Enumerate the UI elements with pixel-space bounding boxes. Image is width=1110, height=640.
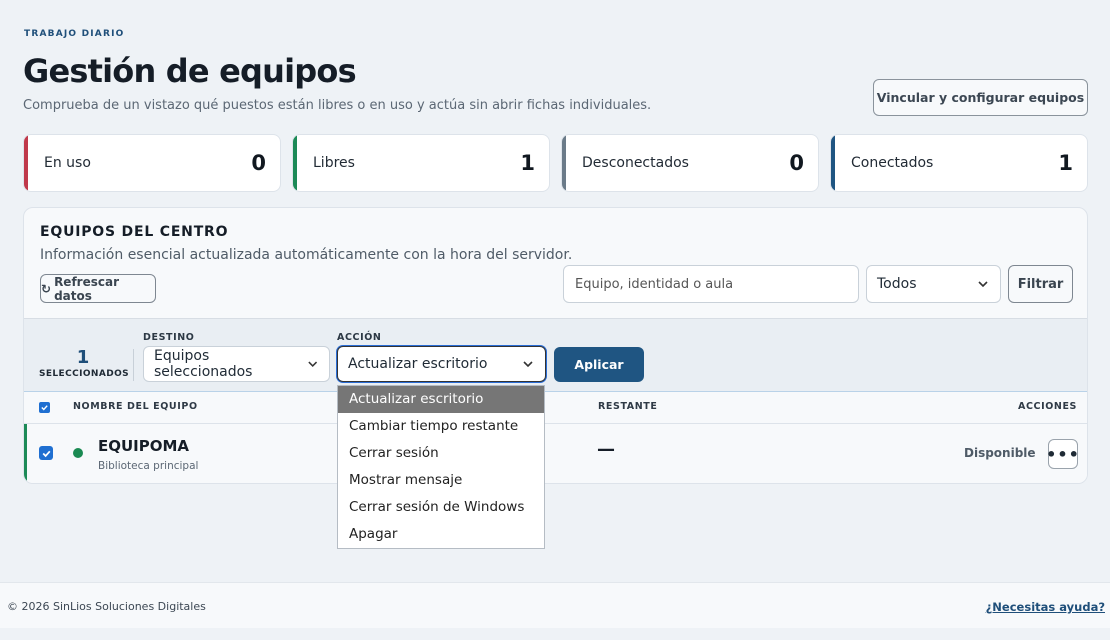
refresh-button[interactable]: ↻ Refrescar datos: [40, 274, 156, 303]
ellipsis-icon: •••: [1046, 444, 1080, 464]
stat-card-desconectados: Desconectados 0: [561, 134, 819, 192]
stat-card-libres: Libres 1: [292, 134, 550, 192]
help-link[interactable]: ¿Necesitas ayuda?: [986, 600, 1105, 614]
chevron-down-icon: [523, 361, 533, 368]
refresh-icon: ↻: [41, 281, 52, 296]
stat-value: 0: [789, 151, 804, 175]
refresh-label: Refrescar datos: [54, 274, 119, 303]
stat-label: Conectados: [851, 155, 934, 171]
bulk-action-bar: 1 SELECCIONADOS DESTINO Equipos seleccio…: [24, 318, 1087, 392]
action-select[interactable]: Actualizar escritorio: [337, 346, 546, 382]
menu-item-apagar[interactable]: Apagar: [338, 521, 544, 548]
row-checkbox[interactable]: [39, 446, 53, 460]
selected-count-label: SELECCIONADOS: [38, 369, 130, 379]
divider: [133, 349, 134, 381]
panel-subtitle: Información esencial actualizada automát…: [40, 247, 573, 263]
page-subtitle: Comprueba de un vistazo qué puestos está…: [23, 98, 652, 113]
stat-accent-bar: [831, 135, 835, 191]
equipment-name: EQUIPOMA: [98, 437, 190, 455]
apply-button[interactable]: Aplicar: [554, 347, 644, 382]
destination-caption: DESTINO: [143, 332, 195, 343]
copyright-text: © 2026 SinLios Soluciones Digitales: [7, 600, 206, 613]
stat-value: 0: [251, 151, 266, 175]
search-input[interactable]: Equipo, identidad o aula: [563, 265, 859, 303]
col-header-actions: ACCIONES: [1018, 401, 1077, 412]
status-label: Disponible: [964, 446, 1036, 460]
stat-value: 1: [520, 151, 535, 175]
page-eyebrow: TRABAJO DIARIO: [24, 29, 125, 39]
stat-accent-bar: [562, 135, 566, 191]
status-filter-value: Todos: [877, 276, 917, 292]
remaining-time: —: [597, 439, 615, 460]
stat-card-conectados: Conectados 1: [830, 134, 1088, 192]
menu-item-mostrar-mensaje[interactable]: Mostrar mensaje: [338, 467, 544, 494]
status-dot-icon: [73, 448, 83, 458]
stat-accent-bar: [293, 135, 297, 191]
menu-item-cambiar-tiempo[interactable]: Cambiar tiempo restante: [338, 413, 544, 440]
table-row[interactable]: EQUIPOMA Biblioteca principal — Disponib…: [24, 424, 1087, 483]
check-icon: [41, 405, 48, 411]
stat-label: Libres: [313, 155, 355, 171]
action-caption: ACCIÓN: [337, 332, 382, 343]
select-all-checkbox[interactable]: [39, 402, 50, 413]
link-configure-button[interactable]: Vincular y configurar equipos: [873, 79, 1088, 116]
stat-accent-bar: [24, 135, 28, 191]
menu-item-actualizar-escritorio[interactable]: Actualizar escritorio: [338, 386, 544, 413]
chevron-down-icon: [978, 281, 988, 288]
equipment-location: Biblioteca principal: [98, 460, 199, 472]
filter-button[interactable]: Filtrar: [1008, 265, 1073, 303]
stat-label: Desconectados: [582, 155, 689, 171]
stat-label: En uso: [44, 155, 91, 171]
action-dropdown-menu: Actualizar escritorio Cambiar tiempo res…: [337, 385, 545, 549]
row-accent-bar: [24, 424, 27, 483]
status-filter-select[interactable]: Todos: [866, 265, 1001, 303]
stat-value: 1: [1058, 151, 1073, 175]
col-header-name[interactable]: NOMBRE DEL EQUIPO: [73, 401, 198, 412]
more-actions-button[interactable]: •••: [1046, 439, 1080, 469]
selected-count: 1: [76, 347, 90, 368]
check-icon: [42, 450, 50, 457]
col-header-remaining[interactable]: RESTANTE: [598, 401, 657, 412]
chevron-down-icon: [307, 361, 317, 368]
menu-item-cerrar-sesion-windows[interactable]: Cerrar sesión de Windows: [338, 494, 544, 521]
action-value: Actualizar escritorio: [348, 356, 488, 372]
stat-card-en-uso: En uso 0: [23, 134, 281, 192]
footer: © 2026 SinLios Soluciones Digitales ¿Nec…: [0, 582, 1110, 628]
page-title: Gestión de equipos: [23, 52, 357, 90]
destination-value: Equipos seleccionados: [154, 348, 253, 380]
panel-title: EQUIPOS DEL CENTRO: [40, 224, 229, 240]
equipment-panel: EQUIPOS DEL CENTRO Información esencial …: [23, 207, 1088, 484]
table-header: NOMBRE DEL EQUIPO RESTANTE ACCIONES: [24, 393, 1087, 424]
menu-item-cerrar-sesion[interactable]: Cerrar sesión: [338, 440, 544, 467]
destination-select[interactable]: Equipos seleccionados: [143, 346, 330, 382]
